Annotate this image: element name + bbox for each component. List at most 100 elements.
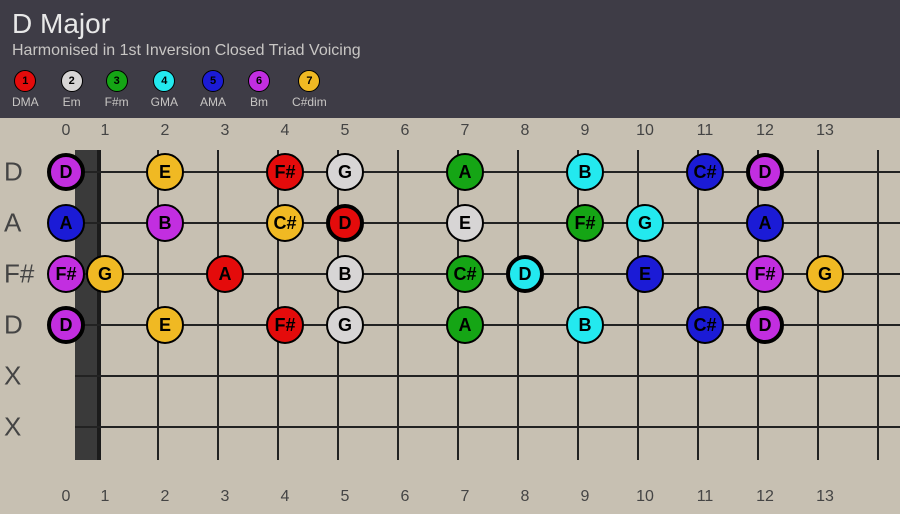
note-dot: A <box>446 306 484 344</box>
note-dot: C# <box>686 306 724 344</box>
note-dot: D <box>746 153 784 191</box>
fret-line <box>517 150 519 460</box>
fret-number: 6 <box>401 488 410 506</box>
note-dot: C# <box>446 255 484 293</box>
tuning-label: A <box>4 208 21 239</box>
fret-line <box>877 150 879 460</box>
note-dot: E <box>146 306 184 344</box>
fret-number: 4 <box>281 122 290 140</box>
legend-label: GMA <box>151 95 178 109</box>
fret-line <box>337 150 339 460</box>
legend-dot: 2 <box>61 70 83 92</box>
fret-line <box>217 150 219 460</box>
legend-dot: 7 <box>298 70 320 92</box>
fret-number: 7 <box>461 488 470 506</box>
fret-number: 1 <box>101 122 110 140</box>
fret-line <box>817 150 819 460</box>
header: D Major Harmonised in 1st Inversion Clos… <box>0 0 900 118</box>
tuning-label: F# <box>4 259 34 290</box>
legend-dot: 1 <box>14 70 36 92</box>
fret-number: 4 <box>281 488 290 506</box>
note-dot: D <box>47 153 85 191</box>
fret-number: 8 <box>521 488 530 506</box>
fret-number: 8 <box>521 122 530 140</box>
fret-number: 11 <box>697 488 714 506</box>
legend-item-ama: 5AMA <box>200 70 226 109</box>
legend-label: F#m <box>105 95 129 109</box>
legend-item-em: 2 Em <box>61 70 83 109</box>
note-dot: E <box>626 255 664 293</box>
fret-number: 12 <box>756 122 774 140</box>
fret-line <box>697 150 699 460</box>
fret-number: 2 <box>161 488 170 506</box>
tuning-label: D <box>4 310 23 341</box>
legend-row: 1 DMA 2 Em 3F#m 4 GMA 5AMA 6 Bm 7 C#dim <box>12 70 888 109</box>
note-dot: D <box>746 306 784 344</box>
legend-item-c#dim: 7 C#dim <box>292 70 327 109</box>
note-dot: B <box>146 204 184 242</box>
fret-number: 11 <box>697 122 714 140</box>
tuning-label: D <box>4 157 23 188</box>
legend-item-f#m: 3F#m <box>105 70 129 109</box>
note-dot: G <box>326 153 364 191</box>
note-dot: F# <box>266 306 304 344</box>
fret-line <box>637 150 639 460</box>
legend-label: Em <box>63 95 81 109</box>
fret-number: 7 <box>461 122 470 140</box>
string-line <box>75 426 900 428</box>
note-dot: D <box>506 255 544 293</box>
fret-number: 9 <box>581 488 590 506</box>
fret-number: 9 <box>581 122 590 140</box>
fret-number: 10 <box>636 122 654 140</box>
fret-number: 13 <box>816 122 834 140</box>
fret-line <box>577 150 579 460</box>
legend-label: DMA <box>12 95 39 109</box>
page-title: D Major <box>12 8 888 40</box>
note-dot: F# <box>566 204 604 242</box>
legend-dot: 4 <box>153 70 175 92</box>
fret-number: 0 <box>62 122 71 140</box>
fretboard: 012345678910111213 012345678910111213 DA… <box>0 118 900 514</box>
fret-number: 10 <box>636 488 654 506</box>
fret-number: 12 <box>756 488 774 506</box>
fret-line <box>397 150 399 460</box>
note-dot: F# <box>266 153 304 191</box>
fret-number: 3 <box>221 122 230 140</box>
page-subtitle: Harmonised in 1st Inversion Closed Triad… <box>12 42 888 60</box>
nut <box>75 150 97 460</box>
fret-numbers-top: 012345678910111213 <box>0 118 900 144</box>
note-dot: C# <box>266 204 304 242</box>
note-dot: G <box>626 204 664 242</box>
legend-dot: 5 <box>202 70 224 92</box>
legend-dot: 6 <box>248 70 270 92</box>
fret-number: 5 <box>341 488 350 506</box>
legend-item-dma: 1 DMA <box>12 70 39 109</box>
note-dot: E <box>446 204 484 242</box>
legend-label: C#dim <box>292 95 327 109</box>
note-dot: F# <box>47 255 85 293</box>
fret-line <box>457 150 459 460</box>
fret-line <box>757 150 759 460</box>
fret-number: 5 <box>341 122 350 140</box>
note-dot: B <box>566 306 604 344</box>
fret-number: 2 <box>161 122 170 140</box>
note-dot: D <box>47 306 85 344</box>
fret-number: 3 <box>221 488 230 506</box>
legend-label: Bm <box>250 95 268 109</box>
note-dot: G <box>806 255 844 293</box>
fret-line <box>277 150 279 460</box>
tuning-label: X <box>4 412 21 443</box>
fret-line <box>157 150 159 460</box>
note-dot: G <box>326 306 364 344</box>
note-dot: A <box>746 204 784 242</box>
note-dot: C# <box>686 153 724 191</box>
note-dot: E <box>146 153 184 191</box>
legend-item-gma: 4 GMA <box>151 70 178 109</box>
note-dot: B <box>566 153 604 191</box>
fret-number: 6 <box>401 122 410 140</box>
note-dot: B <box>326 255 364 293</box>
note-dot: A <box>446 153 484 191</box>
fret-number: 1 <box>101 488 110 506</box>
legend-item-bm: 6 Bm <box>248 70 270 109</box>
note-dot: A <box>47 204 85 242</box>
